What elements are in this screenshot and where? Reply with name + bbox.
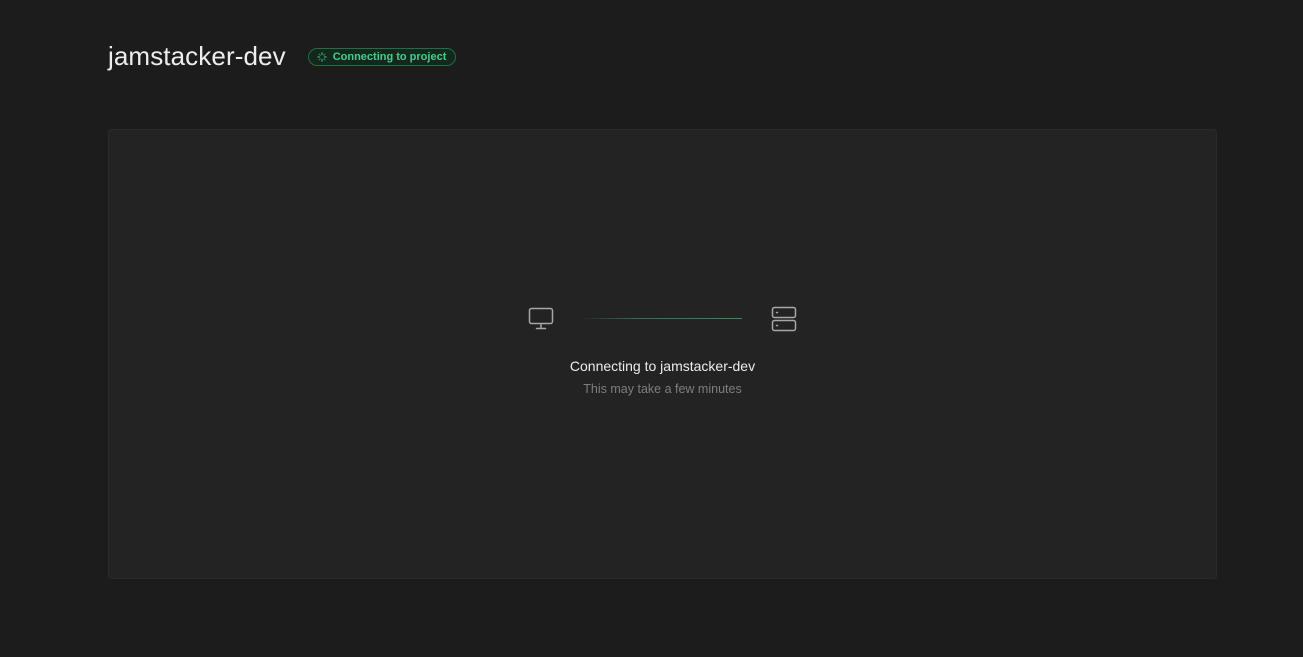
page-header: jamstacker-dev Connecting to project [108,36,457,76]
connection-panel: Connecting to jamstacker-dev This may ta… [108,129,1217,579]
loader-icon [316,52,327,62]
server-icon [771,306,797,332]
connection-subtitle: This may take a few minutes [583,382,742,396]
page: jamstacker-dev Connecting to project Con… [0,0,1303,657]
connection-line [578,318,742,319]
project-title: jamstacker-dev [108,40,286,71]
connection-title: Connecting to jamstacker-dev [569,358,756,374]
connection-graphic [528,306,798,332]
status-badge: Connecting to project [307,48,457,66]
status-badge-label: Connecting to project [332,51,447,63]
monitor-icon [528,306,554,332]
